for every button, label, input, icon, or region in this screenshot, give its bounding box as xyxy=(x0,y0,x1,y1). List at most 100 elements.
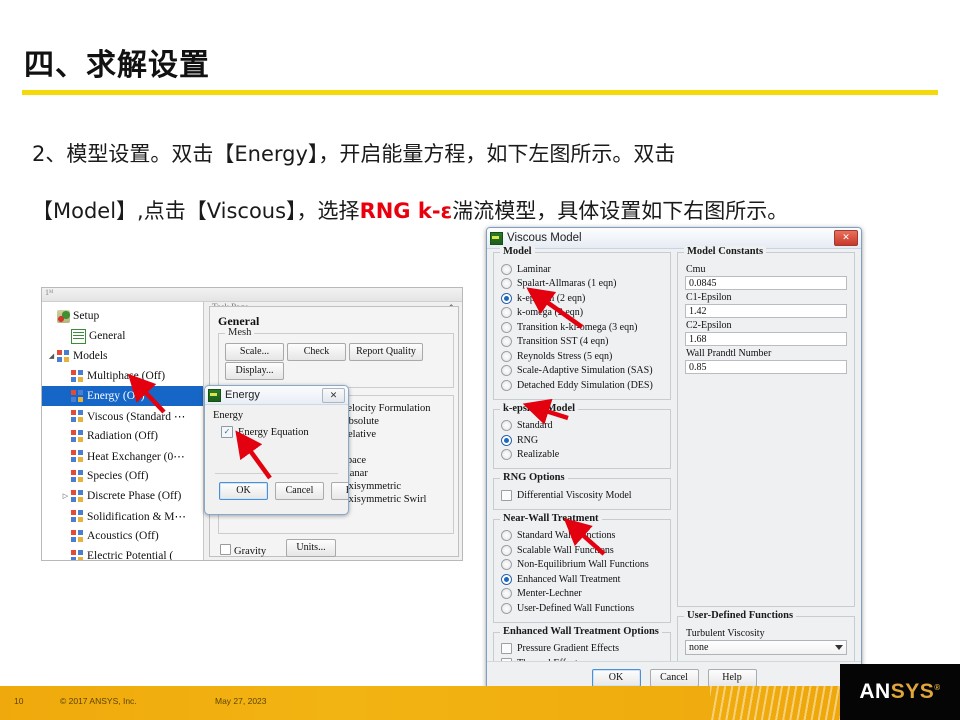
tree-item[interactable]: Acoustics (Off) xyxy=(42,526,203,546)
tree-item[interactable]: Setup xyxy=(42,306,203,326)
radio-button[interactable] xyxy=(501,544,512,556)
model-option[interactable]: Transition k-kl-omega (3 eqn) xyxy=(501,320,663,335)
ewt-checkbox-row[interactable]: Pressure Gradient Effects xyxy=(501,642,663,657)
radio-button[interactable] xyxy=(501,420,512,432)
tree-item[interactable]: Species (Off) xyxy=(42,466,203,486)
rng-checkbox-row[interactable]: Differential Viscosity Model xyxy=(501,488,663,503)
energy-dialog-titlebar[interactable]: Energy ✕ xyxy=(205,386,348,405)
near-wall-option[interactable]: Scalable Wall Functions xyxy=(501,543,663,558)
rng-options-group-label: RNG Options xyxy=(500,472,568,483)
model-option[interactable]: Laminar xyxy=(501,262,663,277)
body-paragraph-1: 2、模型设置。双击【Energy】，开启能量方程，如下左图所示。双击 xyxy=(32,142,676,166)
gravity-checkbox[interactable] xyxy=(220,544,231,555)
radio-button[interactable] xyxy=(501,365,512,377)
scale-button[interactable]: Scale... xyxy=(225,343,284,361)
tree-item[interactable]: General xyxy=(42,326,203,346)
model-option-label: Reynolds Stress (5 eqn) xyxy=(517,350,613,362)
tree-item[interactable]: Multiphase (Off) xyxy=(42,366,203,386)
tree-item[interactable]: ◢ Models xyxy=(42,346,203,366)
tree-item[interactable]: Viscous (Standard ⋯ xyxy=(42,406,203,426)
radio-button[interactable] xyxy=(501,602,512,614)
tree-twisty-icon[interactable]: ◢ xyxy=(46,352,57,360)
kepsilon-option-label: Standard xyxy=(517,420,553,432)
close-icon[interactable]: ✕ xyxy=(834,230,858,246)
ansys-logo-text: ANSYS® xyxy=(859,680,940,704)
radio-button[interactable] xyxy=(501,336,512,348)
report-quality-button[interactable]: Report Quality xyxy=(349,343,423,361)
kepsilon-option-label: Realizable xyxy=(517,449,560,461)
near-wall-option[interactable]: Enhanced Wall Treatment xyxy=(501,572,663,587)
energy-help-button[interactable]: Help xyxy=(331,482,348,500)
kepsilon-option[interactable]: Standard xyxy=(501,419,663,434)
model-option[interactable]: k-omega (2 eqn) xyxy=(501,306,663,321)
radio-button[interactable] xyxy=(501,434,512,446)
kepsilon-option[interactable]: Realizable xyxy=(501,448,663,463)
near-wall-option[interactable]: User-Defined Wall Functions xyxy=(501,601,663,616)
constant-input[interactable]: 0.85 xyxy=(685,360,847,374)
check-button[interactable]: Check xyxy=(287,343,346,361)
checkbox[interactable] xyxy=(501,643,512,655)
turbulent-viscosity-select[interactable]: none xyxy=(685,640,847,655)
tree-twisty-icon[interactable]: ▷ xyxy=(60,492,71,500)
fluent-outline-tree[interactable]: Setup General ◢ Models Multiphase (Off) Energ… xyxy=(42,302,204,560)
tree-item-label: Acoustics (Off) xyxy=(87,530,159,542)
units-button[interactable]: Units... xyxy=(286,539,336,557)
tree-item[interactable]: Electric Potential ( xyxy=(42,546,203,560)
space-option-axisymmetric-swirl[interactable]: Axisymmetric Swirl xyxy=(341,494,426,505)
tree-item-label: Solidification & M⋯ xyxy=(87,511,187,523)
viscous-help-button[interactable]: Help xyxy=(707,669,757,687)
space-option-axisymmetric[interactable]: Axisymmetric xyxy=(341,481,401,492)
tree-item[interactable]: Heat Exchanger (0⋯ xyxy=(42,446,203,466)
radio-button[interactable] xyxy=(501,573,512,585)
model-option[interactable]: Transition SST (4 eqn) xyxy=(501,335,663,350)
energy-equation-checkbox[interactable]: ✓ xyxy=(221,426,233,438)
constant-label: C1-Epsilon xyxy=(686,292,732,303)
near-wall-option[interactable]: Menter-Lechner xyxy=(501,587,663,602)
model-option[interactable]: Reynolds Stress (5 eqn) xyxy=(501,349,663,364)
model-option-label: Detached Eddy Simulation (DES) xyxy=(517,379,653,391)
footer-date: May 27, 2023 xyxy=(215,696,267,706)
gravity-checkbox-row[interactable]: Gravity xyxy=(220,541,266,559)
radio-button[interactable] xyxy=(501,559,512,571)
constant-input[interactable]: 1.68 xyxy=(685,332,847,346)
viscous-dialog-titlebar[interactable]: Viscous Model ✕ xyxy=(487,228,861,249)
viscous-left-column: Model Laminar Spalart-Allmaras (1 eqn) k-e… xyxy=(493,246,671,694)
model-option[interactable]: Spalart-Allmaras (1 eqn) xyxy=(501,277,663,292)
model-icon xyxy=(57,349,70,363)
tree-item[interactable]: Energy (On) xyxy=(42,386,203,406)
model-icon xyxy=(71,409,84,423)
checkbox[interactable] xyxy=(501,489,512,501)
constant-input[interactable]: 0.0845 xyxy=(685,276,847,290)
near-wall-option[interactable]: Non-Equilibrium Wall Functions xyxy=(501,558,663,573)
energy-ok-button[interactable]: OK xyxy=(219,482,268,500)
tree-item[interactable]: ▷ Discrete Phase (Off) xyxy=(42,486,203,506)
radio-button[interactable] xyxy=(501,263,512,275)
display-button[interactable]: Display... xyxy=(225,362,284,380)
close-icon[interactable]: ✕ xyxy=(322,387,345,403)
radio-button[interactable] xyxy=(501,588,512,600)
tree-item-label: General xyxy=(89,330,126,342)
radio-button[interactable] xyxy=(501,307,512,319)
tree-item[interactable]: Solidification & M⋯ xyxy=(42,506,203,526)
energy-equation-row[interactable]: ✓ Energy Equation xyxy=(221,426,309,438)
near-wall-option[interactable]: Standard Wall Functions xyxy=(501,529,663,544)
viscous-cancel-button[interactable]: Cancel xyxy=(649,669,699,687)
mesh-group-label: Mesh xyxy=(225,327,255,338)
constant-input[interactable]: 1.42 xyxy=(685,304,847,318)
kepsilon-option[interactable]: RNG xyxy=(501,433,663,448)
radio-button[interactable] xyxy=(501,350,512,362)
model-option[interactable]: k-epsilon (2 eqn) xyxy=(501,291,663,306)
tree-item[interactable]: Radiation (Off) xyxy=(42,426,203,446)
kepsilon-group-label: k-epsilon Model xyxy=(500,402,579,414)
kepsilon-model-group: k-epsilon Model Standard RNG Realizable xyxy=(493,402,671,469)
radio-button[interactable] xyxy=(501,278,512,290)
radio-button[interactable] xyxy=(501,321,512,333)
model-option[interactable]: Scale-Adaptive Simulation (SAS) xyxy=(501,364,663,379)
radio-button[interactable] xyxy=(501,292,512,304)
energy-cancel-button[interactable]: Cancel xyxy=(275,482,324,500)
model-option[interactable]: Detached Eddy Simulation (DES) xyxy=(501,378,663,393)
radio-button[interactable] xyxy=(501,379,512,391)
radio-button[interactable] xyxy=(501,449,512,461)
radio-button[interactable] xyxy=(501,530,512,542)
viscous-ok-button[interactable]: OK xyxy=(591,669,641,687)
